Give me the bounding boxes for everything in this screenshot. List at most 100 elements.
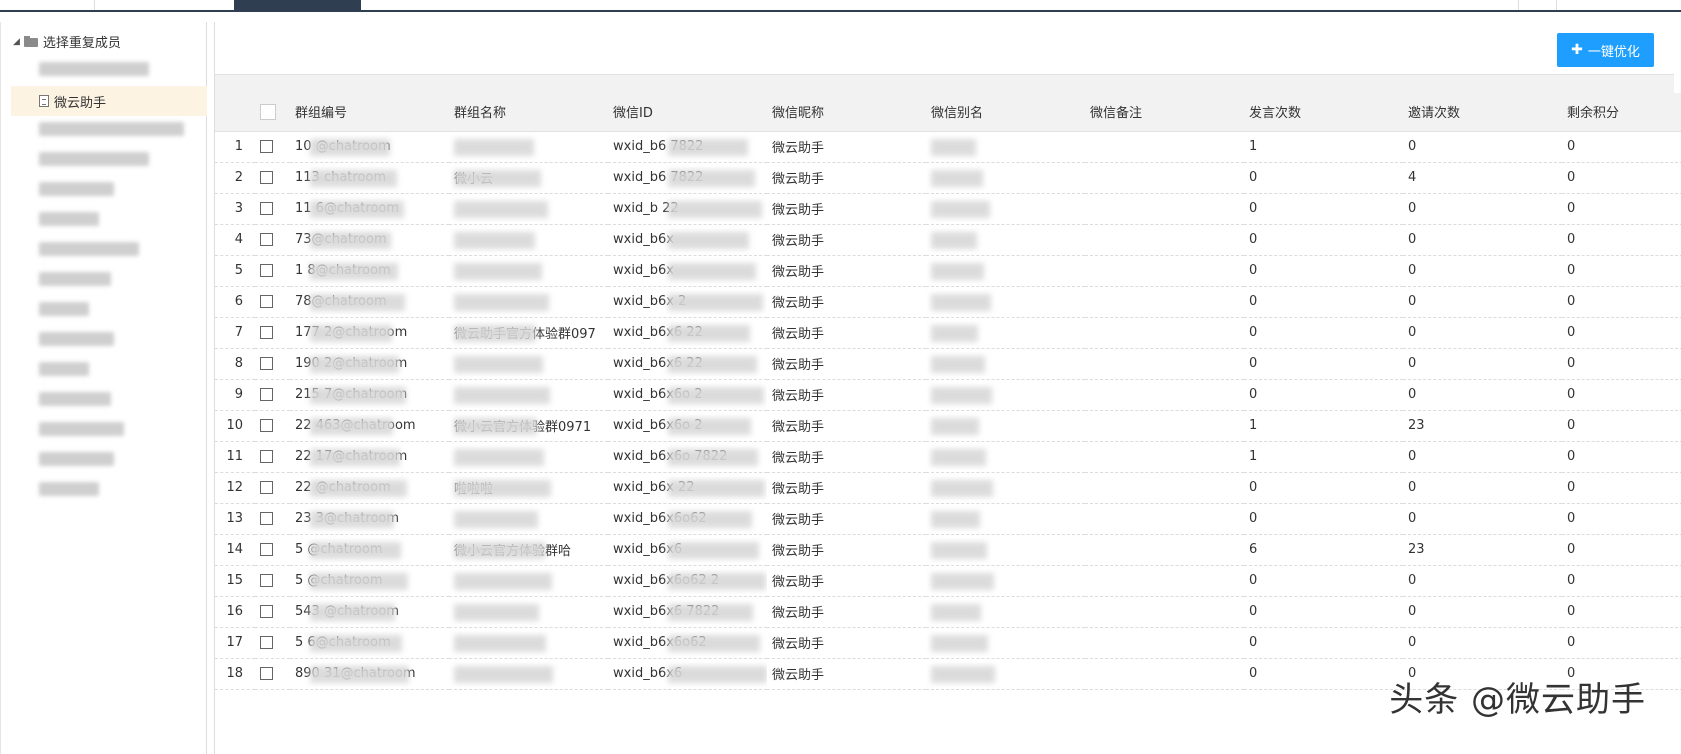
row-checkbox[interactable] [260,202,273,215]
redacted-tree-item[interactable] [39,272,111,286]
redaction-mask [454,262,542,280]
redaction-mask [931,231,977,249]
row-checkbox[interactable] [260,419,273,432]
row-checkbox[interactable] [260,295,273,308]
row-checkbox[interactable] [260,326,273,339]
table-row[interactable]: 311 6@chatroomwxid_b 22微云助手000 [215,193,1681,225]
row-group-name [449,255,608,287]
row-checkbox[interactable] [260,450,273,463]
redacted-tree-item[interactable] [39,482,99,496]
col-header[interactable]: 发言次数 [1244,93,1403,132]
redacted-tree-item[interactable] [39,212,99,226]
row-checkbox[interactable] [260,357,273,370]
row-checkbox[interactable] [260,574,273,587]
table-row[interactable]: 155 @chatroomwxid_b6x6o62 2微云助手000 [215,565,1681,597]
row-select-cell[interactable] [255,658,290,690]
table-row[interactable]: 9215 7@chatroomwxid_b6x6o 2微云助手000 [215,379,1681,411]
row-select-cell[interactable] [255,565,290,597]
col-header[interactable]: 微信ID [608,93,767,132]
table-row[interactable]: 175 6@chatroomwxid_b6x6o62微云助手000 [215,627,1681,659]
redaction-mask [454,386,550,404]
row-checkbox[interactable] [260,233,273,246]
col-header[interactable]: 剩余积分 [1562,93,1681,132]
row-checkbox[interactable] [260,388,273,401]
row-select-cell[interactable] [255,348,290,380]
col-header[interactable]: 群组名称 [449,93,608,132]
table-row[interactable]: 1122 17@chatroomwxid_b6x6o 7822微云助手100 [215,441,1681,473]
row-points: 0 [1562,224,1681,256]
main-content: ✚ 一键优化 群组编号 群组名称 微信ID 微信昵称 微信别名 微信备注 发言次… [214,22,1681,754]
table-row[interactable]: 6 78@chatroomwxid_b6x 2微云助手000 [215,286,1681,318]
redacted-tree-item[interactable] [39,62,149,76]
redacted-tree-item[interactable] [39,332,114,346]
col-header[interactable]: 微信昵称 [767,93,926,132]
col-header-select[interactable] [255,93,290,132]
row-alias [926,472,1085,504]
table-row[interactable]: 1022 463@chatroom微小云官方体验群0971wxid_b6x6o … [215,410,1681,442]
row-checkbox[interactable] [260,605,273,618]
table-row[interactable]: 110 @chatroomwxid_b6 7822微云助手100 [215,131,1681,163]
table-row[interactable]: 2 113 chatroom微小云wxid_b6 7822微云助手 040 [215,162,1681,194]
row-select-cell[interactable] [255,596,290,628]
row-checkbox[interactable] [260,667,273,680]
table-row[interactable]: 51 8@chatroomwxid_b6x微云助手000 [215,255,1681,287]
row-checkbox[interactable] [260,171,273,184]
row-select-cell[interactable] [255,472,290,504]
redacted-tree-item[interactable] [39,452,114,466]
row-select-cell[interactable] [255,410,290,442]
row-checkbox[interactable] [260,481,273,494]
table-row[interactable]: 1222 @chatroom啦啦啦wxid_b6x 22微云助手000 [215,472,1681,504]
col-header[interactable]: 邀请次数 [1403,93,1562,132]
redacted-tree-item[interactable] [39,302,89,316]
table-row[interactable]: 16543 @chatroomwxid_b6x6 7822微云助手000 [215,596,1681,628]
row-group-name [449,286,608,318]
col-header[interactable]: 微信备注 [1085,93,1244,132]
redacted-tree-item[interactable] [39,422,124,436]
row-speak-count: 0 [1244,286,1403,318]
redacted-tree-item[interactable] [39,122,184,136]
tree-root[interactable]: ◢ 选择重复成员 [13,32,121,51]
row-select-cell[interactable] [255,379,290,411]
redacted-tree-item[interactable] [39,242,139,256]
table-row[interactable]: 14 5 @chatroom微小云官方体验群哈wxid_b6x6微云助手 6230 [215,534,1681,566]
row-checkbox[interactable] [260,636,273,649]
row-select-cell[interactable] [255,503,290,535]
table-row[interactable]: 4 73@chatroomwxid_b6x微云助手000 [215,224,1681,256]
row-checkbox[interactable] [260,512,273,525]
row-invite-count: 0 [1403,348,1562,380]
row-group-id: 22 @chatroom [290,472,449,504]
row-select-cell[interactable] [255,317,290,349]
tree-item-selected[interactable]: 微云助手 [11,86,207,116]
table-row[interactable]: 1323 3@chatroomwxid_b6x6o62微云助手000 [215,503,1681,535]
row-select-cell[interactable] [255,534,290,566]
col-header[interactable]: 群组编号 [290,93,449,132]
one-click-optimize-button[interactable]: ✚ 一键优化 [1557,33,1654,67]
row-checkbox[interactable] [260,264,273,277]
row-wxid: wxid_b6x 2 [608,286,767,318]
redaction-mask [454,417,537,435]
table-row[interactable]: 7 177 2@chatroom微云助手官方体验群097wxid_b6x6 22微… [215,317,1681,349]
row-select-cell[interactable] [255,441,290,473]
row-select-cell[interactable] [255,193,290,225]
row-checkbox[interactable] [260,140,273,153]
redacted-tree-item[interactable] [39,152,149,166]
redaction-mask [931,355,985,373]
select-all-checkbox[interactable] [260,103,276,120]
row-select-cell[interactable] [255,224,290,256]
redacted-tree-item[interactable] [39,362,89,376]
row-select-cell[interactable] [255,131,290,163]
row-checkbox[interactable] [260,543,273,556]
redacted-tree-item[interactable] [39,392,111,406]
row-select-cell[interactable] [255,255,290,287]
row-select-cell[interactable] [255,286,290,318]
redaction-mask [454,541,545,559]
row-select-cell[interactable] [255,162,290,194]
caret-down-icon[interactable]: ◢ [13,37,20,47]
row-points: 0 [1562,317,1681,349]
col-header[interactable]: 微信别名 [926,93,1085,132]
row-select-cell[interactable] [255,627,290,659]
redaction-mask [310,262,398,280]
redacted-tree-item[interactable] [39,182,114,196]
tab-active[interactable] [234,0,361,12]
table-row[interactable]: 8190 2@chatroomwxid_b6x6 22微云助手000 [215,348,1681,380]
